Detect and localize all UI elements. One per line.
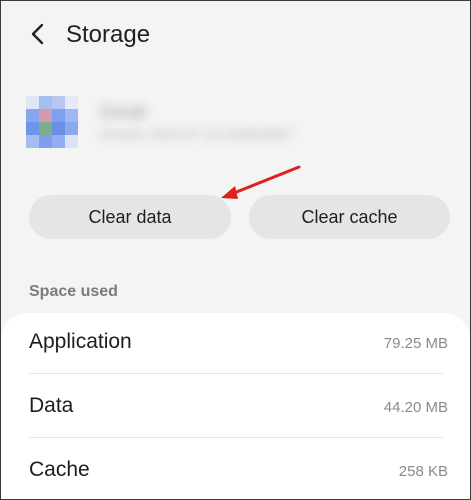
page-title: Storage	[66, 21, 151, 48]
app-bar: Storage	[1, 1, 470, 71]
divider	[29, 437, 443, 438]
clear-data-button[interactable]: Clear data	[29, 195, 231, 239]
row-label: Data	[29, 394, 74, 417]
list-item-data: Data 44.20 MB	[1, 377, 470, 441]
space-used-heading: Space used	[29, 283, 118, 300]
row-value: 79.25 MB	[383, 335, 448, 352]
screen-frame: Storage Gmail Version 2020.07.19.3250545…	[0, 0, 471, 500]
list-item-application: Application 79.25 MB	[1, 313, 470, 377]
chevron-left-icon	[31, 23, 44, 45]
row-value: 44.20 MB	[383, 399, 448, 416]
row-label: Cache	[29, 458, 90, 481]
row-value: 258 KB	[398, 463, 448, 480]
app-version: Version 2020.07.19.325054567	[99, 126, 294, 142]
back-button[interactable]	[23, 19, 53, 49]
divider	[29, 373, 443, 374]
app-icon	[26, 96, 78, 148]
row-label: Application	[29, 330, 132, 353]
space-used-card: Application 79.25 MB Data 44.20 MB Cache…	[1, 313, 470, 499]
list-item-cache: Cache 258 KB	[1, 441, 470, 499]
app-name: Gmail	[99, 102, 147, 122]
clear-cache-button[interactable]: Clear cache	[249, 195, 450, 239]
